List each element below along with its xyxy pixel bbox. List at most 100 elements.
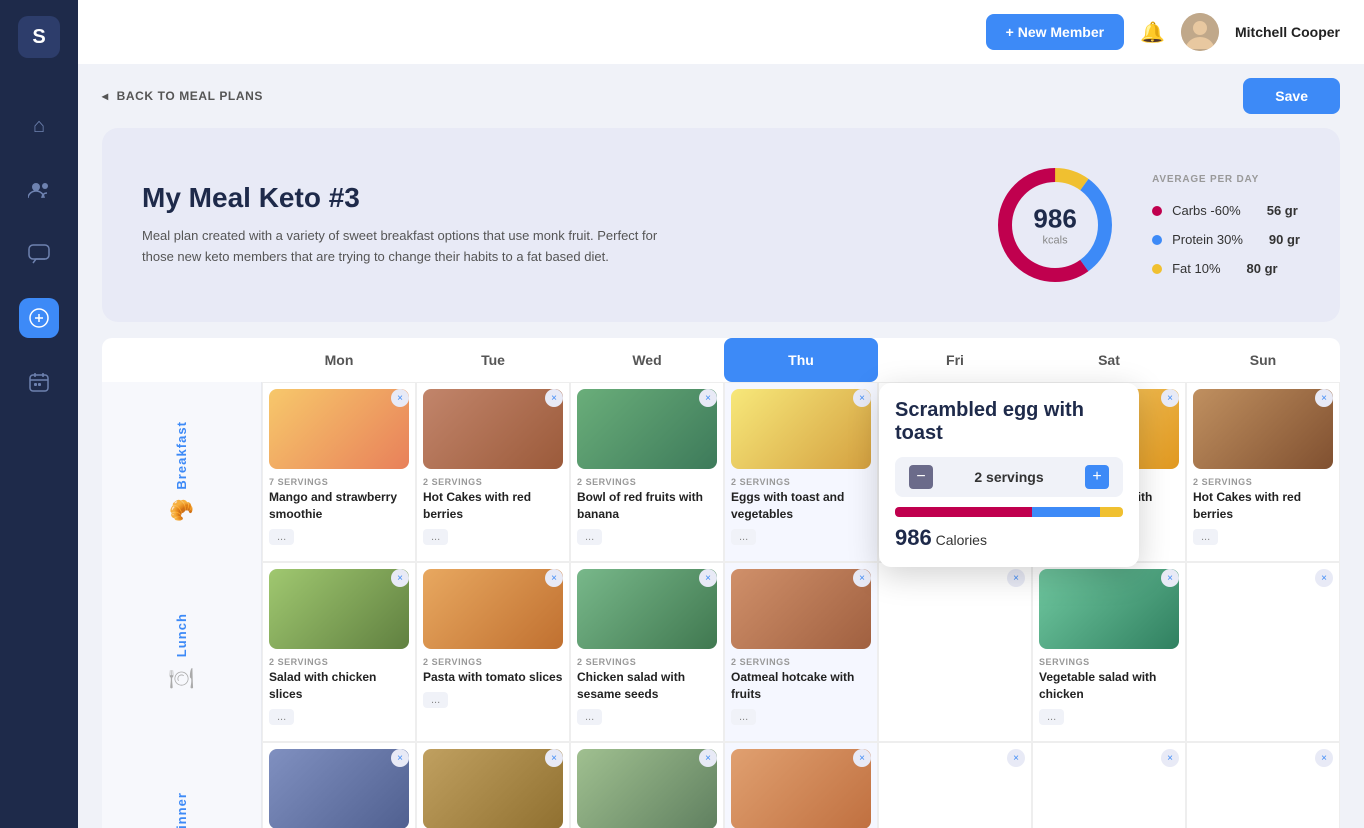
remove-lunch-tue[interactable]: × bbox=[545, 569, 563, 587]
remove-lunch-fri[interactable]: × bbox=[1007, 569, 1025, 587]
breakfast-wed-servings: 2 SERVINGS bbox=[577, 477, 717, 487]
breakfast-mon-more[interactable]: ... bbox=[269, 529, 294, 545]
remove-dinner-sun[interactable]: × bbox=[1315, 749, 1333, 767]
sidebar-nav: ⌂ bbox=[19, 106, 59, 402]
lunch-sat-image bbox=[1039, 569, 1179, 649]
kcal-value: 986 bbox=[1033, 204, 1076, 235]
carbs-label: Carbs -60% bbox=[1172, 203, 1241, 218]
remove-lunch-sun[interactable]: × bbox=[1315, 569, 1333, 587]
decrease-servings-button[interactable]: − bbox=[909, 465, 933, 489]
protein-dot bbox=[1152, 235, 1162, 245]
new-member-button[interactable]: + New Member bbox=[986, 14, 1124, 50]
remove-dinner-thu[interactable]: × bbox=[853, 749, 871, 767]
lunch-thu-image bbox=[731, 569, 871, 649]
carbs-value: 56 gr bbox=[1267, 203, 1298, 218]
day-thu[interactable]: Thu bbox=[724, 338, 878, 382]
remove-breakfast-tue[interactable]: × bbox=[545, 389, 563, 407]
breakfast-mon-name: Mango and strawberry smoothie bbox=[269, 489, 409, 523]
lunch-sat-more[interactable]: ... bbox=[1039, 709, 1064, 725]
lunch-thu-more[interactable]: ... bbox=[731, 709, 756, 725]
breakfast-label-text: Breakfast bbox=[174, 421, 189, 490]
fat-legend-item: Fat 10% 80 gr bbox=[1152, 261, 1300, 276]
lunch-sun: × bbox=[1186, 562, 1340, 742]
fat-bar bbox=[1100, 507, 1123, 517]
dinner-wed: × bbox=[570, 742, 724, 828]
remove-dinner-fri[interactable]: × bbox=[1007, 749, 1025, 767]
day-wed[interactable]: Wed bbox=[570, 338, 724, 382]
carbs-dot bbox=[1152, 206, 1162, 216]
lunch-row: Lunch 🍽 × 2 SERVINGS Salad with chicken … bbox=[102, 562, 1340, 742]
breakfast-tue-image bbox=[423, 389, 563, 469]
dinner-mon: × bbox=[262, 742, 416, 828]
lunch-label-text: Lunch bbox=[174, 613, 189, 657]
lunch-tue-more[interactable]: ... bbox=[423, 692, 448, 708]
chat-icon[interactable] bbox=[19, 234, 59, 274]
breadcrumb-bar: ◂ BACK TO MEAL PLANS Save bbox=[78, 64, 1364, 128]
kcal-unit: kcals bbox=[1033, 235, 1076, 247]
lunch-wed-servings: 2 SERVINGS bbox=[577, 657, 717, 667]
remove-lunch-wed[interactable]: × bbox=[699, 569, 717, 587]
day-fri[interactable]: Fri bbox=[878, 338, 1032, 382]
hero-text: My Meal Keto #3 Meal plan created with a… bbox=[142, 182, 950, 268]
breakfast-icon: 🥐 bbox=[169, 498, 194, 523]
back-chevron-icon: ◂ bbox=[102, 89, 109, 103]
lunch-mon-more[interactable]: ... bbox=[269, 709, 294, 725]
remove-breakfast-wed[interactable]: × bbox=[699, 389, 717, 407]
nutrition-chart: 986 kcals AVERAGE PER DAY Carbs -60% 56 … bbox=[990, 160, 1300, 290]
remove-dinner-wed[interactable]: × bbox=[699, 749, 717, 767]
nutrition-legend: AVERAGE PER DAY Carbs -60% 56 gr Protein… bbox=[1152, 174, 1300, 276]
breakfast-thu-name: Eggs with toast and vegetables bbox=[731, 489, 871, 523]
breakfast-wed-image bbox=[577, 389, 717, 469]
increase-servings-button[interactable]: + bbox=[1085, 465, 1109, 489]
day-sun[interactable]: Sun bbox=[1186, 338, 1340, 382]
remove-dinner-tue[interactable]: × bbox=[545, 749, 563, 767]
remove-lunch-mon[interactable]: × bbox=[391, 569, 409, 587]
remove-breakfast-sun[interactable]: × bbox=[1315, 389, 1333, 407]
day-tue[interactable]: Tue bbox=[416, 338, 570, 382]
home-icon[interactable]: ⌂ bbox=[19, 106, 59, 146]
lunch-tue: × 2 SERVINGS Pasta with tomato slices ..… bbox=[416, 562, 570, 742]
users-icon[interactable] bbox=[19, 170, 59, 210]
remove-breakfast-mon[interactable]: × bbox=[391, 389, 409, 407]
dinner-label-text: Dinner bbox=[174, 792, 189, 828]
lunch-thu-servings: 2 SERVINGS bbox=[731, 657, 871, 667]
breakfast-tue-more[interactable]: ... bbox=[423, 529, 448, 545]
dinner-wed-image bbox=[577, 749, 717, 828]
dinner-tue: × bbox=[416, 742, 570, 828]
donut-chart: 986 kcals bbox=[990, 160, 1120, 290]
remove-dinner-sat[interactable]: × bbox=[1161, 749, 1179, 767]
breakfast-wed-more[interactable]: ... bbox=[577, 529, 602, 545]
lunch-tue-name: Pasta with tomato slices bbox=[423, 669, 563, 686]
lunch-wed-more[interactable]: ... bbox=[577, 709, 602, 725]
dinner-fri: × bbox=[878, 742, 1032, 828]
remove-breakfast-sat[interactable]: × bbox=[1161, 389, 1179, 407]
remove-dinner-mon[interactable]: × bbox=[391, 749, 409, 767]
breakfast-sun-more[interactable]: ... bbox=[1193, 529, 1218, 545]
day-sat[interactable]: Sat bbox=[1032, 338, 1186, 382]
dinner-tue-image bbox=[423, 749, 563, 828]
sidebar: S ⌂ bbox=[0, 0, 78, 828]
breadcrumb[interactable]: ◂ BACK TO MEAL PLANS bbox=[102, 89, 263, 103]
breakfast-fri: × 2 SERVINGS Small bowl of fruits with c… bbox=[878, 382, 1032, 562]
servings-control: − 2 servings + bbox=[895, 457, 1123, 497]
app-logo[interactable]: S bbox=[18, 16, 60, 58]
remove-lunch-thu[interactable]: × bbox=[853, 569, 871, 587]
meal-icon[interactable] bbox=[19, 298, 59, 338]
dinner-mon-image bbox=[269, 749, 409, 828]
breakfast-row: Breakfast 🥐 × 7 ServINGS Mango and straw… bbox=[102, 382, 1340, 562]
breakfast-mon-image bbox=[269, 389, 409, 469]
fat-label: Fat 10% bbox=[1172, 261, 1220, 276]
calendar-icon[interactable] bbox=[19, 362, 59, 402]
remove-lunch-sat[interactable]: × bbox=[1161, 569, 1179, 587]
save-button[interactable]: Save bbox=[1243, 78, 1340, 114]
notification-bell-icon[interactable]: 🔔 bbox=[1140, 20, 1165, 45]
lunch-sat-servings: SERVINGS bbox=[1039, 657, 1179, 667]
breakfast-sun: × 2 SERVINGS Hot Cakes with red berries … bbox=[1186, 382, 1340, 562]
avatar bbox=[1181, 13, 1219, 51]
day-mon[interactable]: Mon bbox=[262, 338, 416, 382]
breakfast-thu-servings: 2 SERVINGS bbox=[731, 477, 871, 487]
lunch-mon: × 2 SERVINGS Salad with chicken slices .… bbox=[262, 562, 416, 742]
lunch-fri: × bbox=[878, 562, 1032, 742]
remove-breakfast-thu[interactable]: × bbox=[853, 389, 871, 407]
breakfast-thu-more[interactable]: ... bbox=[731, 529, 756, 545]
